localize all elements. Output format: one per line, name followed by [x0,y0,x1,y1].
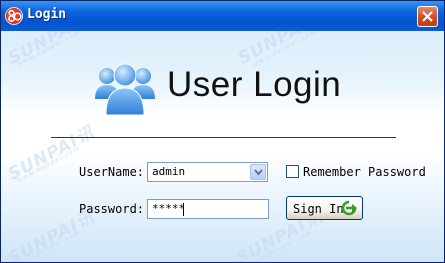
chevron-down-icon [254,169,263,176]
close-button[interactable] [417,6,438,27]
text-caret [183,203,184,216]
title-bar[interactable]: Login [1,1,444,31]
page-title: User Login [167,65,342,104]
sign-in-button[interactable]: Sign In [286,196,363,220]
remember-password-label[interactable]: Remember Password [303,165,426,179]
arrow-enter-icon [340,200,358,220]
username-combobox[interactable]: admin [147,162,268,182]
password-field[interactable]: ***** [147,199,269,219]
password-value: ***** [152,202,186,215]
sign-in-label: Sign In [293,202,344,216]
remember-password-checkbox[interactable] [286,165,299,178]
login-window: SUNPAI讯 www.sunpai.com SUNPAI讯 www.sunpa… [0,0,445,263]
password-label: Password: [79,202,145,216]
username-value: admin [152,165,186,178]
divider [51,137,396,138]
window-title: Login [27,7,67,22]
dropdown-button[interactable] [250,164,266,180]
close-icon [422,11,433,22]
username-label: UserName: [79,165,145,179]
app-logo-icon [5,7,23,25]
users-group-icon [93,61,157,123]
